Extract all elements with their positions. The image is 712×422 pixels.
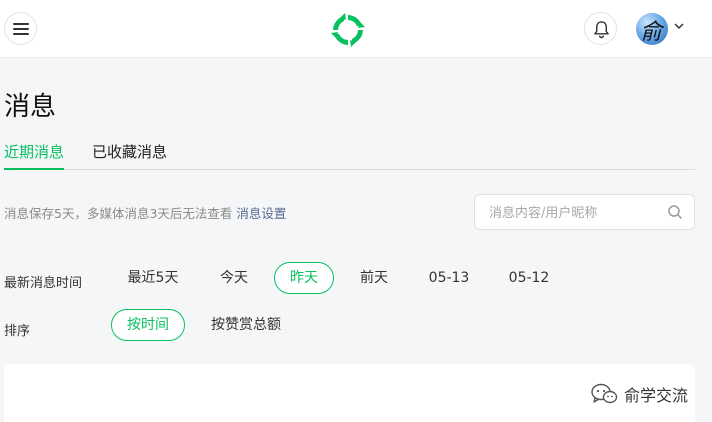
sort-label: 排序 [4, 324, 31, 339]
time-filter-label: 最新消息时间 [4, 276, 83, 291]
time-filter-day-before[interactable]: 前天 [346, 262, 402, 294]
watermark-text: 俞学交流 [624, 386, 689, 405]
time-filter-last-5-days[interactable]: 最近5天 [117, 262, 189, 294]
search-input[interactable] [489, 203, 659, 223]
sort-by-time[interactable]: 按时间 [111, 309, 185, 341]
chevron-down-icon[interactable] [674, 22, 684, 30]
bell-icon [594, 21, 609, 39]
time-filter-05-13[interactable]: 05-13 [418, 262, 480, 294]
avatar-glyph: 俞 [640, 20, 663, 45]
message-settings-link[interactable]: 消息设置 [236, 206, 286, 221]
page-title: 消息 [4, 92, 57, 122]
watermark: 俞学交流 [590, 380, 688, 408]
top-bar: 俞 [0, 0, 712, 58]
avatar[interactable]: 俞 [636, 13, 668, 45]
sort-by-reward-total[interactable]: 按赞赏总额 [200, 309, 292, 341]
search-icon[interactable] [667, 204, 683, 220]
retention-notice: 消息保存5天，多媒体消息3天后无法查看 消息设置 [4, 203, 286, 222]
retention-notice-text: 消息保存5天，多媒体消息3天后无法查看 [4, 206, 233, 221]
wechat-official-account-icon [591, 383, 618, 404]
search-box [474, 194, 695, 230]
time-filter-today[interactable]: 今天 [205, 262, 263, 294]
recycle-logo-icon[interactable] [330, 12, 366, 48]
time-filter-05-12[interactable]: 05-12 [498, 262, 560, 294]
time-filter-yesterday[interactable]: 昨天 [274, 262, 334, 294]
tab-saved-messages[interactable]: 已收藏消息 [92, 142, 167, 170]
hamburger-icon-line [13, 33, 29, 35]
hamburger-icon [13, 23, 29, 25]
hamburger-icon-line [13, 28, 29, 30]
notification-button[interactable] [584, 12, 617, 45]
tab-recent-messages[interactable]: 近期消息 [4, 142, 65, 170]
tab-bar: 近期消息 已收藏消息 [4, 142, 695, 170]
menu-button[interactable] [4, 12, 37, 45]
